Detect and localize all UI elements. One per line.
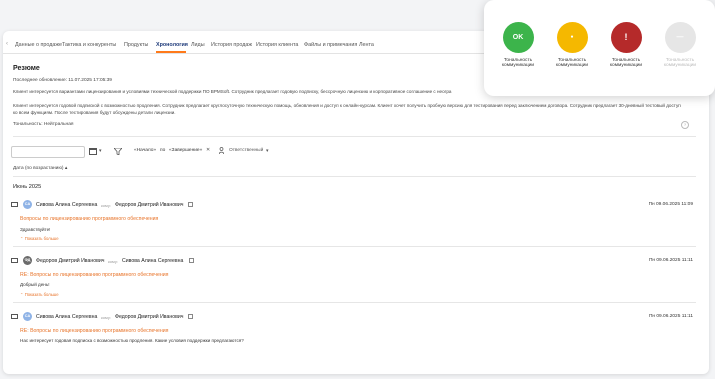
- tonality-label: Тональность коммуникации: [609, 58, 643, 69]
- divider: [13, 302, 696, 303]
- tab-tactics[interactable]: Тактика и конкуренты: [62, 42, 116, 48]
- show-more-link[interactable]: ⌃ Показать больше: [20, 292, 59, 297]
- tonality-neutral-icon: ●: [556, 22, 588, 53]
- tonality-label: Тональность коммуникации: [663, 58, 697, 69]
- tonality-positive-option[interactable]: OK Тональность коммуникации: [496, 22, 540, 68]
- mail-icon: [11, 258, 18, 263]
- tab-sales-data[interactable]: Данные о продаже: [15, 42, 62, 48]
- tonality-label: Тональность коммуникации: [555, 58, 589, 69]
- tab-timeline[interactable]: Хронология: [156, 42, 188, 48]
- help-icon[interactable]: ?: [681, 121, 689, 129]
- email-recipient[interactable]: Федоров Дмитрий Иванович: [115, 202, 184, 208]
- divider: [13, 136, 696, 137]
- filter-icon[interactable]: [114, 148, 122, 155]
- email-subject[interactable]: Вопросы по лицензированию программного о…: [20, 216, 158, 222]
- tonality-popup: OK Тональность коммуникации ● Тональност…: [484, 0, 715, 96]
- mail-icon: [11, 202, 18, 207]
- tab-files[interactable]: Файлы и примечания: [304, 42, 357, 48]
- active-tab-indicator: [156, 51, 186, 53]
- tonality-none-option: — Тональность коммуникации: [658, 22, 702, 68]
- sort-arrow-icon: ▴: [64, 166, 68, 171]
- avatar: СА: [23, 312, 32, 321]
- open-external-icon[interactable]: [188, 202, 193, 207]
- email-date: Пн 09.06.2025 11:11: [648, 258, 693, 263]
- open-external-icon[interactable]: [188, 314, 193, 319]
- email-to-label: кому:: [101, 203, 111, 208]
- email-sender[interactable]: Сивова Алина Сергеевна: [36, 314, 97, 320]
- summary-paragraph-2: Клиент интересуется годовой подпиской с …: [13, 103, 681, 115]
- tabs-scroll-left-icon[interactable]: ‹: [6, 41, 8, 47]
- chevron-down-icon[interactable]: ▾: [266, 148, 269, 154]
- calendar-icon[interactable]: [89, 148, 97, 155]
- month-header: Июнь 2025: [13, 184, 42, 190]
- chevron-down-icon[interactable]: ▾: [99, 148, 102, 154]
- email-body: Здравствуйте!: [20, 227, 51, 232]
- divider: [13, 246, 696, 247]
- date-range-separator: по: [160, 148, 166, 153]
- tab-products[interactable]: Продукты: [124, 42, 148, 48]
- email-recipient[interactable]: Федоров Дмитрий Иванович: [115, 314, 184, 320]
- date-start[interactable]: «Начало»: [134, 148, 156, 153]
- avatar: СА: [23, 200, 32, 209]
- divider: [13, 176, 696, 177]
- tonality-negative-icon: !: [610, 22, 642, 53]
- sort-label: Дата (по возрастанию): [13, 166, 64, 171]
- date-end[interactable]: «Завершение»: [169, 148, 202, 153]
- person-icon: [219, 147, 224, 154]
- tonality-label: Тональность коммуникации: [501, 58, 535, 69]
- tonality-neutral-option[interactable]: ● Тональность коммуникации: [550, 22, 594, 68]
- tonality-none-icon: —: [664, 22, 696, 53]
- show-more-link[interactable]: ⌃ Показать больше: [20, 236, 59, 241]
- email-sender[interactable]: Федоров Дмитрий Иванович: [36, 258, 105, 264]
- mail-icon: [11, 314, 18, 319]
- tab-client-history[interactable]: История клиента: [256, 42, 298, 48]
- summary-tone: Тональность: Нейтральная: [13, 122, 74, 127]
- search-input[interactable]: [11, 146, 85, 158]
- owner-filter[interactable]: Ответственный: [229, 148, 263, 153]
- avatar: ФД: [23, 256, 32, 265]
- summary-paragraph-1: Клиент интересуется вариантами лицензиро…: [13, 89, 452, 94]
- sort-control[interactable]: Дата (по возрастанию) ▴: [13, 166, 67, 171]
- clear-filter-icon[interactable]: ✕: [206, 148, 210, 153]
- tab-feed[interactable]: Лента: [359, 42, 374, 48]
- email-to-label: кому:: [101, 315, 111, 320]
- email-subject[interactable]: RE: Вопросы по лицензированию программно…: [20, 272, 168, 278]
- summary-updated: Последнее обновление: 11.07.2025 17:05:3…: [13, 78, 112, 83]
- open-external-icon[interactable]: [189, 258, 194, 263]
- tab-sales-history[interactable]: История продаж: [211, 42, 252, 48]
- email-body: Нас интересует годовая подписка с возмож…: [20, 338, 244, 343]
- summary-title: Резюме: [13, 65, 40, 72]
- tonality-ok-icon: OK: [502, 22, 534, 53]
- email-subject[interactable]: RE: Вопросы по лицензированию программно…: [20, 328, 168, 334]
- email-to-label: кому:: [108, 259, 118, 264]
- tonality-negative-option[interactable]: ! Тональность коммуникации: [604, 22, 648, 68]
- email-body: Добрый день!: [20, 282, 50, 287]
- email-date: Пн 09.06.2025 11:09: [648, 202, 693, 207]
- email-recipient[interactable]: Сивова Алина Сергеевна: [122, 258, 183, 264]
- email-date: Пн 09.06.2025 11:11: [648, 314, 693, 319]
- email-sender[interactable]: Сивова Алина Сергеевна: [36, 202, 97, 208]
- tab-leads[interactable]: Лиды: [191, 42, 205, 48]
